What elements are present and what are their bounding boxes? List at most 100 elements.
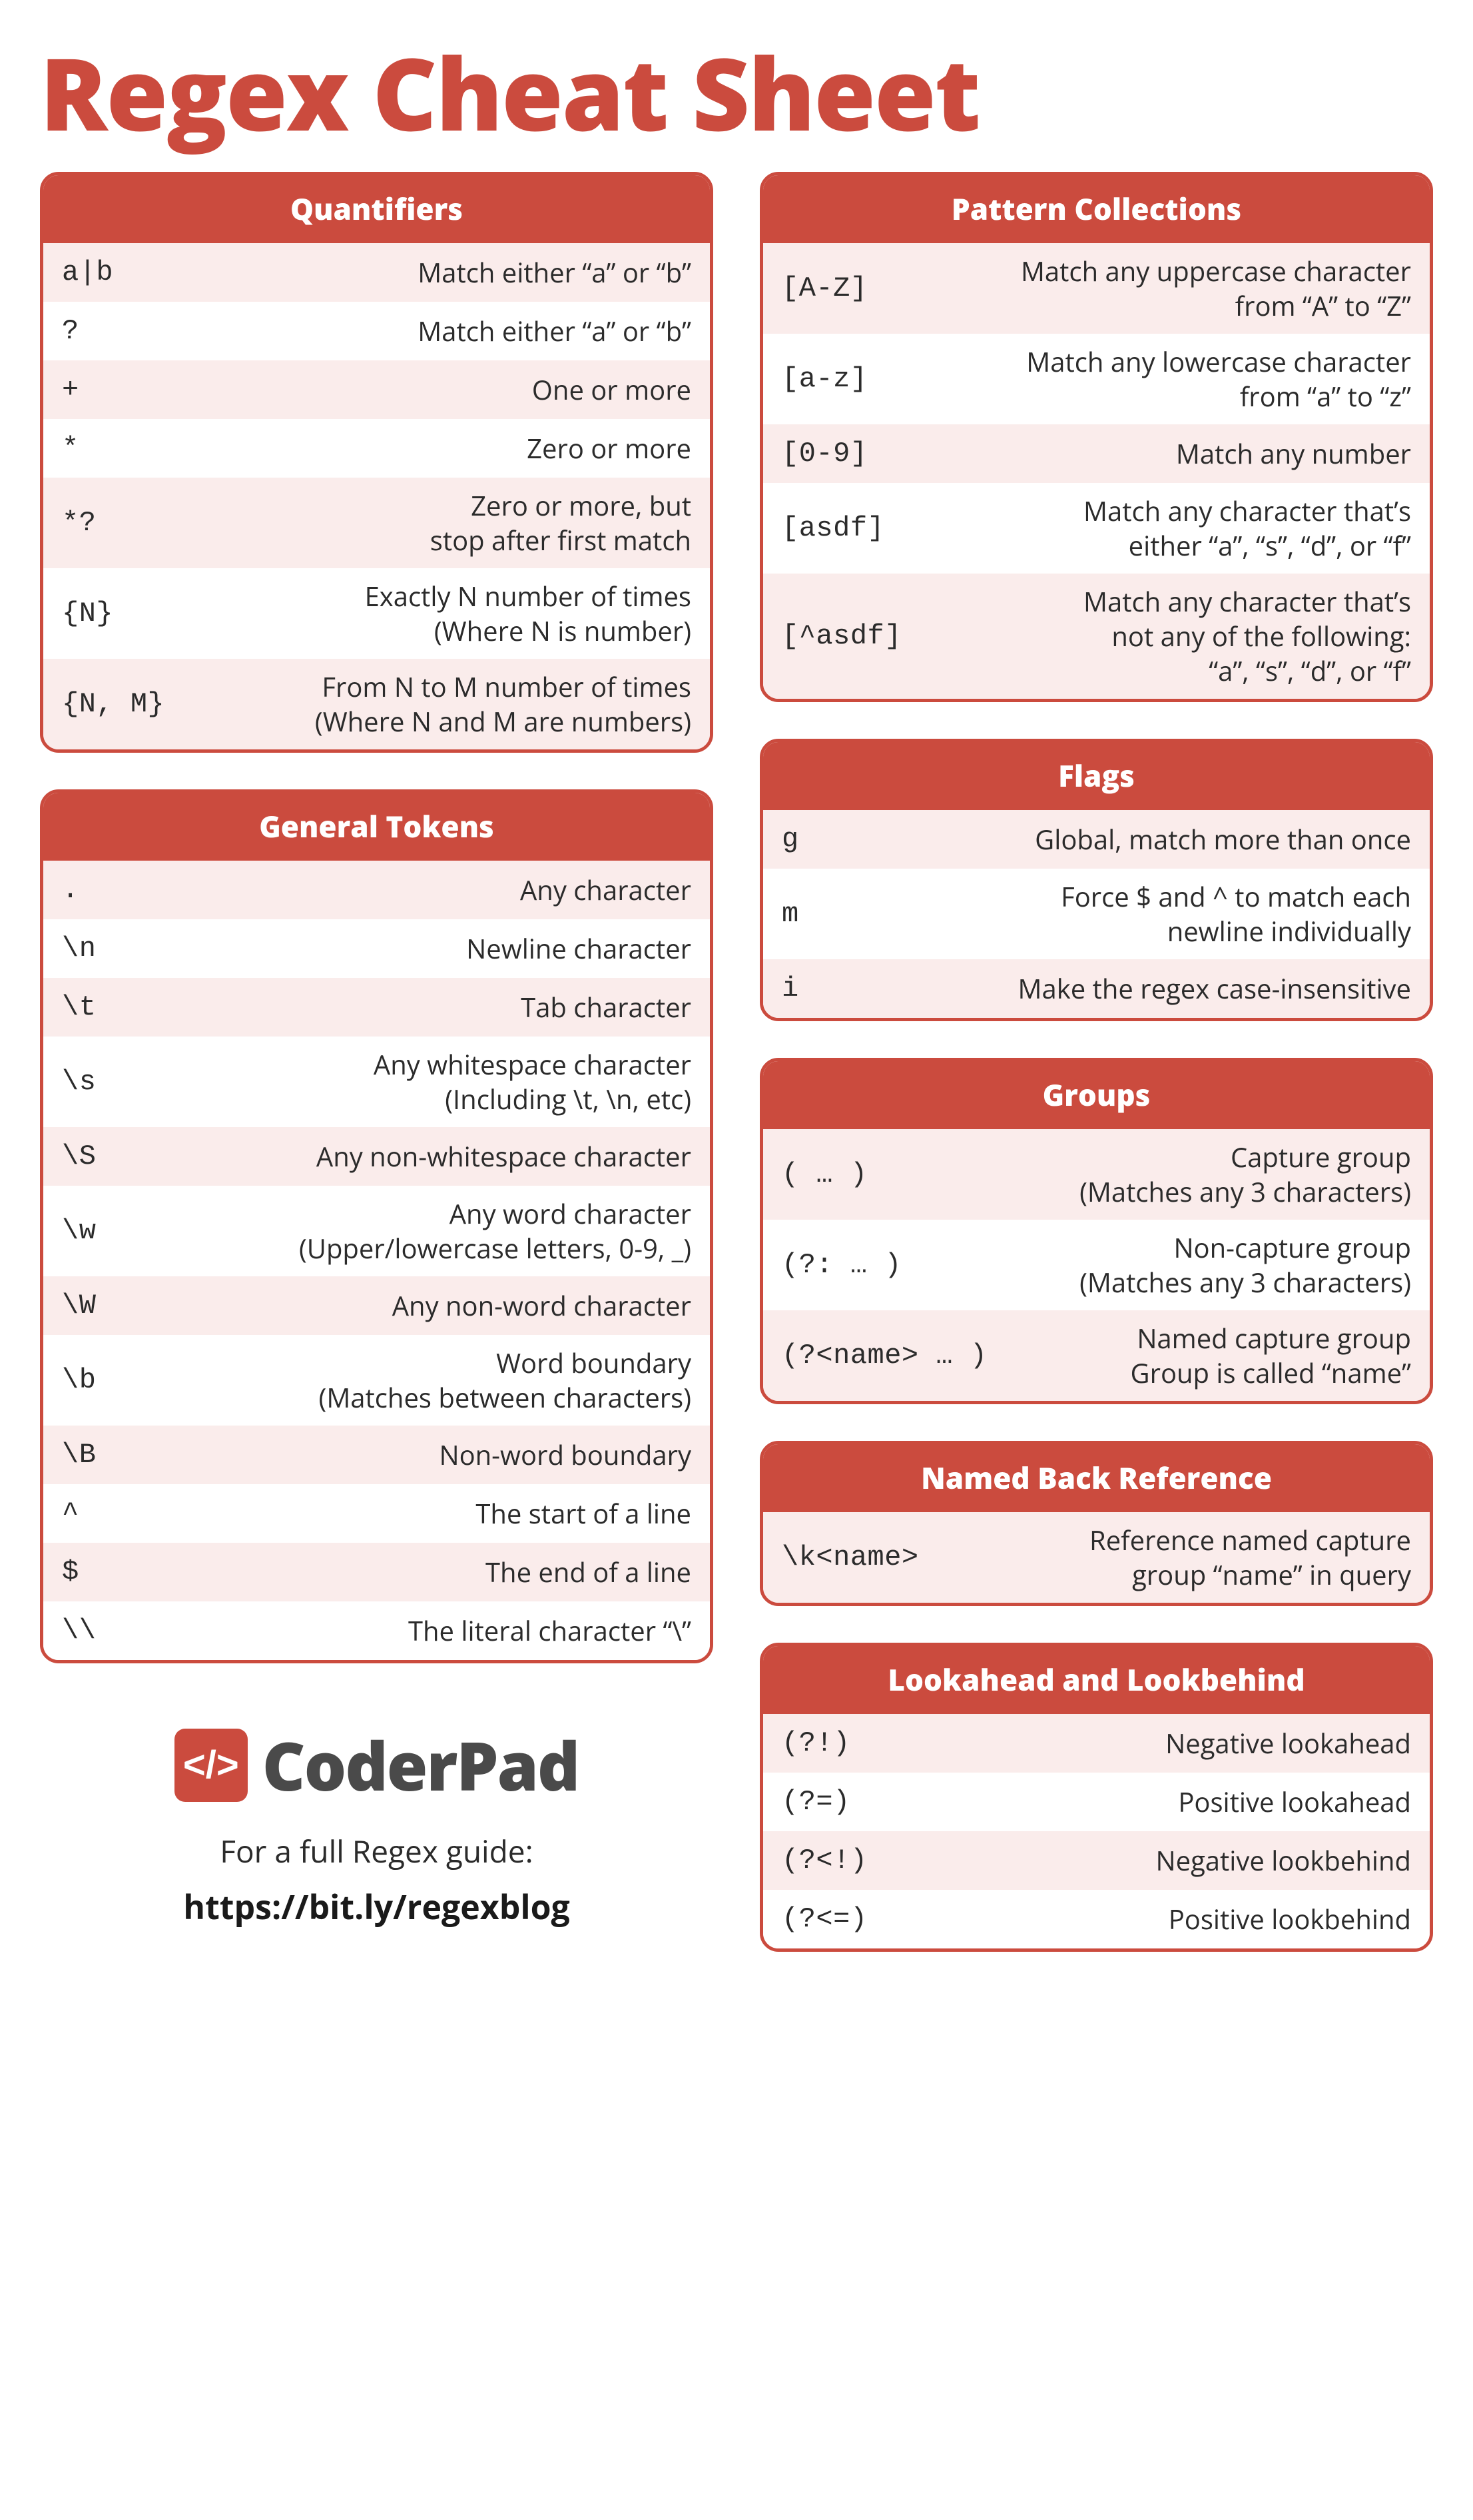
regex-description: Any non-word character [182,1288,691,1323]
table-row: \SAny non-whitespace character [43,1127,710,1186]
regex-description: Capture group(Matches any 3 characters) [915,1140,1411,1209]
brand-logo-icon: </> [174,1729,248,1802]
regex-description: Make the regex case-insensitive [915,971,1411,1006]
table-row: (?<!)Negative lookbehind [763,1831,1430,1890]
table-row: ^The start of a line [43,1484,710,1543]
regex-description: Match any character that’snot any of the… [915,584,1411,688]
table-row: ( … )Capture group(Matches any 3 charact… [763,1129,1430,1220]
regex-description: Match either “a” or “b” [182,255,691,290]
brand-name: CoderPad [262,1720,579,1811]
card-title: Flags [763,742,1430,810]
table-row: [a-z]Match any lowercase characterfrom “… [763,334,1430,424]
table-row: [0-9]Match any number [763,424,1430,483]
table-row: (?!)Negative lookahead [763,1714,1430,1773]
regex-description: Reference named capturegroup “name” in q… [932,1523,1411,1592]
regex-description: Negative lookbehind [915,1843,1411,1878]
table-row: [asdf]Match any character that’seither “… [763,483,1430,574]
card-rows: gGlobal, match more than oncemForce $ an… [763,810,1430,1018]
regex-token: [0-9] [782,438,915,470]
columns: Quantifiers a|bMatch either “a” or “b”?M… [40,172,1433,1952]
regex-token: (?<=) [782,1903,915,1935]
card-groups: Groups ( … )Capture group(Matches any 3 … [760,1058,1433,1404]
regex-description: Match any number [915,436,1411,471]
table-row: {N}Exactly N number of times(Where N is … [43,568,710,659]
table-row: \tTab character [43,978,710,1037]
regex-description: Newline character [182,931,691,966]
table-row: .Any character [43,861,710,919]
table-row: gGlobal, match more than once [763,810,1430,869]
regex-token: . [62,874,182,906]
left-column: Quantifiers a|bMatch either “a” or “b”?M… [40,172,713,1952]
regex-description: Word boundary(Matches between characters… [182,1346,691,1415]
regex-token: \S [62,1140,182,1172]
table-row: \WAny non-word character [43,1276,710,1335]
regex-description: Non-word boundary [182,1438,691,1472]
regex-description: Match any uppercase characterfrom “A” to… [915,254,1411,323]
card-title: Lookahead and Lookbehind [763,1646,1430,1714]
regex-description: Negative lookahead [915,1726,1411,1761]
table-row: \BNon-word boundary [43,1426,710,1484]
regex-description: Any whitespace character(Including \t, \… [182,1047,691,1116]
table-row: *?Zero or more, butstop after first matc… [43,478,710,568]
regex-token: (?: … ) [782,1249,915,1281]
table-row: [^asdf]Match any character that’snot any… [763,574,1430,699]
card-rows: \k<name>Reference named capturegroup “na… [763,1512,1430,1603]
table-row: iMake the regex case-insensitive [763,959,1430,1018]
card-rows: .Any character \nNewline character \tTab c… [43,861,710,1660]
regex-token: \W [62,1290,182,1322]
regex-token: [a-z] [782,363,915,395]
regex-description: Match either “a” or “b” [182,314,691,348]
regex-description: Zero or more [182,431,691,466]
regex-description: Force $ and ^ to match eachnewline indiv… [915,879,1411,949]
regex-token: ( … ) [782,1158,915,1190]
regex-token: [asdf] [782,512,915,544]
regex-token: \k<name> [782,1541,932,1573]
regex-token: [^asdf] [782,620,915,652]
regex-description: The literal character “\” [182,1613,691,1648]
regex-token: {N} [62,598,182,630]
card-title: General Tokens [43,793,710,861]
regex-token: \s [62,1066,182,1098]
regex-token: \n [62,933,182,965]
card-rows: [A-Z]Match any uppercase characterfrom “… [763,243,1430,699]
regex-description: Match any character that’seither “a”, “s… [915,494,1411,563]
table-row: \sAny whitespace character(Including \t,… [43,1037,710,1127]
regex-description: Positive lookahead [915,1785,1411,1819]
regex-description: Exactly N number of times(Where N is num… [182,579,691,648]
regex-token: a|b [62,256,182,288]
regex-token: i [782,973,915,1005]
regex-token: \B [62,1439,182,1471]
card-lookaround: Lookahead and Lookbehind (?!)Negative lo… [760,1643,1433,1952]
table-row: *Zero or more [43,419,710,478]
regex-description: Global, match more than once [915,822,1411,857]
regex-token: + [62,374,182,406]
table-row: [A-Z]Match any uppercase characterfrom “… [763,243,1430,334]
table-row: (?=)Positive lookahead [763,1773,1430,1831]
footer: </> CoderPad For a full Regex guide: htt… [40,1700,713,1929]
regex-token: \\ [62,1615,182,1647]
regex-description: Named capture groupGroup is called “name… [1000,1321,1411,1390]
card-rows: a|bMatch either “a” or “b”?Match either … [43,243,710,749]
regex-token: g [782,823,915,855]
card-quantifiers: Quantifiers a|bMatch either “a” or “b”?M… [40,172,713,753]
regex-token: \w [62,1215,182,1247]
table-row: (?<name> … )Named capture groupGroup is … [763,1310,1430,1401]
brand: </> CoderPad [174,1720,579,1811]
card-title: Named Back Reference [763,1444,1430,1512]
regex-token: [A-Z] [782,272,915,304]
regex-token: \b [62,1364,182,1396]
table-row: (?: … )Non-capture group(Matches any 3 c… [763,1220,1430,1310]
table-row: \\The literal character “\” [43,1601,710,1660]
regex-token: $ [62,1556,182,1588]
table-row: ?Match either “a” or “b” [43,302,710,360]
regex-description: The start of a line [182,1496,691,1531]
table-row: \k<name>Reference named capturegroup “na… [763,1512,1430,1603]
regex-token: {N, M} [62,688,182,720]
regex-token: (?!) [782,1727,915,1759]
card-rows: (?!)Negative lookahead(?=)Positive looka… [763,1714,1430,1948]
page-title: Regex Cheat Sheet [40,40,1433,145]
regex-token: ^ [62,1497,182,1529]
regex-token: * [62,432,182,464]
regex-token: *? [62,507,182,539]
table-row: \wAny word character(Upper/lowercase let… [43,1186,710,1276]
